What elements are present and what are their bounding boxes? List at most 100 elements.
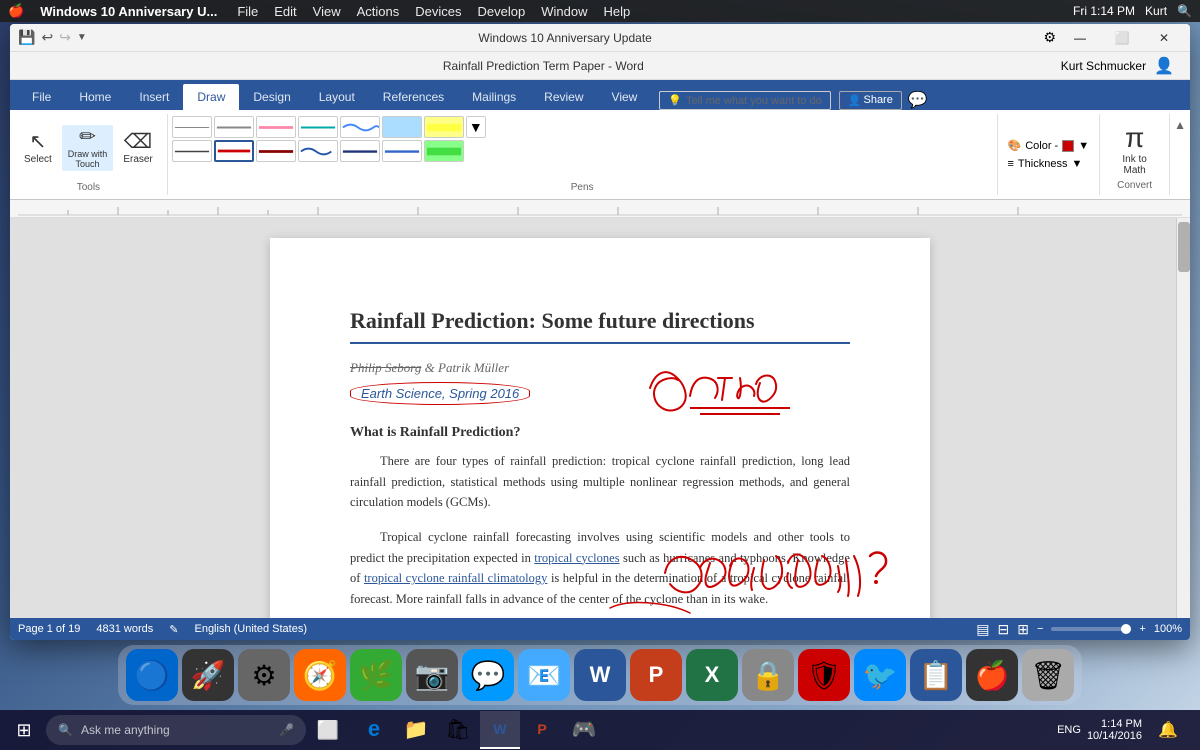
apple-icon[interactable]: 🍎 (8, 3, 24, 19)
tab-home[interactable]: Home (65, 84, 125, 110)
taskbar-powerpoint[interactable]: P (522, 711, 562, 749)
pen-gray-medium[interactable] (214, 116, 254, 138)
dock-photos[interactable]: 📷 (406, 649, 458, 701)
tab-design[interactable]: Design (239, 84, 304, 110)
zoom-out[interactable]: − (1037, 623, 1043, 635)
save-button[interactable]: 💾 (18, 29, 35, 46)
dock-messages[interactable]: 💬 (462, 649, 514, 701)
page-scroll-area[interactable]: Rainfall Prediction: Some future directi… (10, 218, 1190, 618)
close-button[interactable]: ✕ (1146, 25, 1182, 51)
layout-btn-2[interactable]: ⊟ (998, 621, 1010, 638)
menu-file[interactable]: File (237, 4, 258, 19)
ruler (10, 200, 1190, 218)
dock-powerpoint[interactable]: P (630, 649, 682, 701)
task-view-button[interactable]: ⬜ (308, 711, 348, 749)
menu-window[interactable]: Window (541, 4, 587, 19)
link-rainfall-climatology[interactable]: tropical cyclone rainfall climatology (364, 571, 547, 585)
zoom-slider[interactable] (1051, 627, 1131, 631)
dock-misc1[interactable]: 🔒 (742, 649, 794, 701)
ink-to-math-button[interactable]: π Ink toMath (1118, 118, 1150, 180)
ribbon-collapse[interactable]: ▲ (1170, 114, 1190, 195)
eraser-button[interactable]: ⌫ Eraser (117, 130, 158, 167)
dock-safari[interactable]: 🧭 (294, 649, 346, 701)
menu-devices[interactable]: Devices (415, 4, 461, 19)
mic-icon[interactable]: 🎤 (279, 723, 294, 737)
pen-red-medium[interactable] (214, 140, 254, 162)
user-name: Kurt Schmucker (1061, 59, 1146, 73)
pen-gray-thin[interactable] (172, 116, 212, 138)
tab-layout[interactable]: Layout (305, 84, 369, 110)
tab-mailings[interactable]: Mailings (458, 84, 530, 110)
zoom-in[interactable]: + (1139, 623, 1145, 635)
dock-notes[interactable]: 🌿 (350, 649, 402, 701)
pen-pink[interactable] (256, 116, 296, 138)
pen-dark-red[interactable] (256, 140, 296, 162)
tab-draw[interactable]: Draw (183, 84, 239, 110)
tab-insert[interactable]: Insert (125, 84, 183, 110)
thickness-control[interactable]: ≡ Thickness ▼ (1008, 158, 1090, 170)
pen-blue-highlight[interactable] (382, 116, 422, 138)
pen-blue2[interactable] (382, 140, 422, 162)
comments-icon[interactable]: 💬 (908, 90, 928, 110)
dock-misc3[interactable]: 📋 (910, 649, 962, 701)
pen-teal[interactable] (298, 116, 338, 138)
convert-label: Convert (1108, 180, 1161, 191)
minimize-button[interactable]: — (1062, 25, 1098, 51)
menu-edit[interactable]: Edit (274, 4, 296, 19)
taskbar-explorer[interactable]: 📁 (396, 711, 436, 749)
layout-btn-3[interactable]: ⊞ (1017, 621, 1029, 638)
maximize-button[interactable]: ⬜ (1104, 25, 1140, 51)
layout-btn-1[interactable]: ▤ (976, 621, 989, 638)
dock-word[interactable]: W (574, 649, 626, 701)
dock-settings[interactable]: ⚙ (238, 649, 290, 701)
pen-yellow-highlight[interactable] (424, 116, 464, 138)
quick-access-more[interactable]: ▼ (77, 32, 87, 43)
customize-ribbon[interactable]: ⚙ (1043, 29, 1056, 46)
redo-button[interactable]: ↪ (59, 29, 71, 46)
tell-me-bar[interactable]: 💡 Tell me what you want to do (659, 91, 830, 110)
dock-excel[interactable]: X (686, 649, 738, 701)
dock-mail[interactable]: 📧 (518, 649, 570, 701)
taskbar-game[interactable]: 🎮 (564, 711, 604, 749)
menu-help[interactable]: Help (603, 4, 630, 19)
start-button[interactable]: ⊞ (4, 711, 44, 749)
draw-touch-button[interactable]: ✏ Draw withTouch (62, 125, 114, 171)
tab-review[interactable]: Review (530, 84, 597, 110)
share-area: 👤 Share 💬 (839, 90, 928, 110)
taskbar-store[interactable]: 🛍 (438, 711, 478, 749)
document-area[interactable]: Rainfall Prediction: Some future directi… (10, 218, 1190, 618)
taskbar-word[interactable]: W (480, 711, 520, 749)
dock-twitter[interactable]: 🐦 (854, 649, 906, 701)
dock-launchpad[interactable]: 🚀 (182, 649, 234, 701)
quick-access-bar: 💾 ↩ ↪ ▼ Windows 10 Anniversary Update ⚙ … (10, 24, 1190, 52)
share-button[interactable]: 👤 Share (839, 91, 902, 110)
pen-blue-wavy[interactable] (340, 116, 380, 138)
profile-icon[interactable]: 👤 (1154, 56, 1174, 76)
tab-references[interactable]: References (369, 84, 458, 110)
pen-dark-gray[interactable] (172, 140, 212, 162)
taskbar-edge[interactable]: e (354, 711, 394, 749)
dock-finder[interactable]: 🔵 (126, 649, 178, 701)
menu-actions[interactable]: Actions (357, 4, 400, 19)
search-icon[interactable]: 🔍 (1177, 4, 1192, 18)
select-button[interactable]: ↖ Select (18, 130, 58, 167)
app-title: Windows 10 Anniversary Update (93, 31, 1038, 45)
pen-blue-dark[interactable] (298, 140, 338, 162)
scrollbar-track[interactable] (1176, 218, 1190, 618)
color-control[interactable]: 🎨 Color - ▼ (1008, 139, 1090, 152)
scrollbar-thumb[interactable] (1178, 222, 1190, 272)
undo-button[interactable]: ↩ (41, 29, 53, 46)
dock-misc2[interactable]: 🛡 (798, 649, 850, 701)
tab-file[interactable]: File (18, 84, 65, 110)
menu-develop[interactable]: Develop (478, 4, 526, 19)
tab-view[interactable]: View (598, 84, 652, 110)
link-tropical-cyclones[interactable]: tropical cyclones (534, 551, 619, 565)
pen-green-highlight[interactable] (424, 140, 464, 162)
menu-view[interactable]: View (313, 4, 341, 19)
notification-icon[interactable]: 🔔 (1148, 711, 1188, 749)
dock-trash[interactable]: 🗑 (1022, 649, 1074, 701)
search-bar[interactable]: 🔍 Ask me anything 🎤 (46, 715, 306, 745)
pen-more[interactable]: ▼ (466, 116, 486, 138)
dock-misc4[interactable]: 🍎 (966, 649, 1018, 701)
pen-navy[interactable] (340, 140, 380, 162)
